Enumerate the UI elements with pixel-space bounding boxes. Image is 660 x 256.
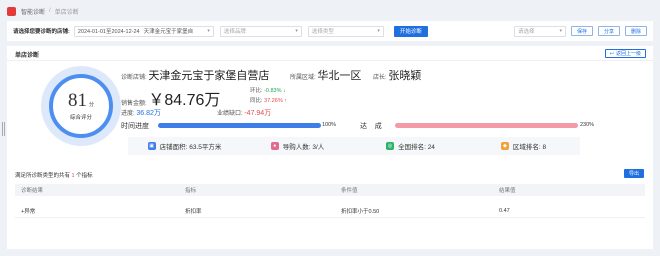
col-header-condition: 条件值 [341,188,358,194]
breadcrumb-parent[interactable]: 智能诊断 [21,7,45,16]
sidebar-toggle-handle[interactable] [2,122,5,136]
filter-label: 请选择您要诊断的店铺: [13,29,70,35]
progress-info: 进度: 36.82万 [121,108,161,118]
back-button-label: 返回上一级 [615,51,641,57]
staff-icon: ● [270,142,279,150]
store-label: 诊断店铺: [121,75,147,81]
gap-info: 业绩缺口: -47.94万 [217,108,271,118]
region-value: 华北一区 [317,70,362,82]
region-label: 所属区域: [290,75,316,81]
col-header-value: 结果值 [499,188,516,194]
delete-button[interactable]: 删除 [624,26,647,36]
score-gauge: 81 分 综合评分 [41,66,121,146]
cell-result[interactable]: +异常 [21,204,35,217]
card-title: 单店诊断 [15,53,40,59]
store-value: 天津金元宝于家堡自 [143,29,194,35]
hb-metric: 环比: -0.83% ↓ [250,86,286,94]
tb-metric: 同比: 37.26% ↑ [250,96,287,104]
tb-label: 同比: [250,98,263,104]
table-header: 诊断结果 指标 条件值 结果值 [15,184,645,196]
card-divider [7,60,653,61]
stat-national-rank-text: 全国排名: 24 [398,144,435,151]
col-header-metric: 指标 [185,188,197,194]
sales-info: 销售金额: ￥84.76万 [121,86,220,110]
stat-national-rank: ◎ 全国排名: 24 [354,141,467,151]
manager-name: 张晓颖 [388,70,422,82]
score-value-wrap: 81 分 [68,91,94,110]
stat-area-text: 店铺面积: 63.5平方米 [159,144,222,151]
store-info: 诊断店铺: 天津金元宝于家堡自营店 [121,67,269,83]
stat-guides: ● 导购人数: 3/人 [241,141,354,151]
gap-label: 业绩缺口: [217,111,243,117]
time-progress-label: 时间进度 [121,123,149,130]
region-icon: ◆ [500,142,509,150]
chevron-down-icon: ▾ [377,28,380,34]
diagnosis-card: 单店诊断 ↩ 返回上一级 81 分 综合评分 诊断店铺: 天津金元宝于家堡自营店 … [7,46,653,249]
reach-progress-fill [395,123,578,128]
gap-value: -47.94万 [244,110,272,117]
progress-value: 36.82万 [136,110,161,117]
chevron-down-icon: ▾ [559,28,562,34]
breadcrumb-separator: / [49,8,51,14]
stat-region-rank-text: 区域排名: 8 [512,144,547,151]
section-title-prefix: 满足所诊断类型的共有 [15,173,71,179]
date-store-select[interactable]: 2024-01-01至2024-12-24 天津金元宝于家堡自 ▾ [73,25,214,37]
right-select[interactable]: 请选择 ▾ [513,25,566,37]
save-button[interactable]: 保存 [570,26,593,36]
section-title-suffix: 个指标 [76,173,93,179]
chevron-down-icon: ▾ [207,28,210,34]
section-count: 1 [71,173,75,179]
region-info: 所属区域: 华北一区 [290,67,361,83]
cell-value: 0.47 [499,207,510,214]
arrow-down-icon: ↓ [283,88,286,94]
globe-icon: ◎ [386,142,395,150]
category-select[interactable]: 选择类型 ▾ [307,25,384,37]
back-button[interactable]: ↩ 返回上一级 [604,49,646,58]
manager-info: 店长: 张晓颖 [373,67,421,83]
back-arrow-icon: ↩ [609,50,614,57]
score-label: 综合评分 [69,115,92,121]
date-range-value: 2024-01-01至2024-12-24 [77,29,140,35]
app-logo-icon [7,6,16,16]
store-name: 天津金元宝于家堡自营店 [148,70,270,82]
time-progress-fill [158,123,321,128]
time-progress-track [158,123,321,128]
hb-label: 环比: [250,88,263,94]
reach-progress-track [395,123,578,128]
filter-bar: 请选择您要诊断的店铺: 2024-01-01至2024-12-24 天津金元宝于… [7,21,653,41]
reach-label: 达 成 [360,123,382,130]
table-row[interactable]: +异常 折扣率 折扣率小于0.50 0.47 [15,204,645,218]
progress-label: 进度: [121,111,135,117]
store-area-icon: ▣ [147,142,156,150]
category-placeholder: 选择类型 [311,29,334,35]
sales-value: ￥84.76万 [148,92,221,109]
cell-metric: 折扣率 [185,208,202,215]
brand-placeholder: 选择品牌 [223,29,246,35]
sales-label: 销售金额: [121,101,147,107]
col-header-result: 诊断结果 [21,188,44,194]
diagnose-button[interactable]: 开始诊断 [393,25,428,37]
score-unit: 分 [88,102,94,108]
breadcrumb-current: 单店诊断 [54,9,79,16]
reach-progress-pct: 230% [580,122,595,128]
arrow-up-icon: ↑ [284,98,287,104]
stat-area: ▣ 店铺面积: 63.5平方米 [128,141,241,151]
right-select-placeholder: 请选择 [517,29,535,35]
share-button[interactable]: 分享 [597,26,620,36]
stat-guides-text: 导购人数: 3/人 [282,144,325,151]
section-title: 满足所诊断类型的共有 1 个指标 [15,171,93,179]
stat-region-rank: ◆ 区域排名: 8 [467,141,580,151]
score-inner: 81 分 综合评分 [49,74,113,138]
export-button[interactable]: 导出 [623,169,644,178]
time-progress-pct: 100% [322,122,337,128]
breadcrumb: 智能诊断 / 单店诊断 [7,5,79,17]
tb-value: 37.26% [264,98,283,104]
manager-label: 店长: [373,75,387,81]
chevron-down-icon: ▾ [295,28,298,34]
store-stats: ▣ 店铺面积: 63.5平方米 ● 导购人数: 3/人 ◎ 全国排名: 24 ◆… [128,137,580,155]
score-value: 81 [67,90,87,111]
brand-select[interactable]: 选择品牌 ▾ [219,25,302,37]
hb-value: -0.83% [264,88,282,94]
cell-condition: 折扣率小于0.50 [341,208,380,215]
